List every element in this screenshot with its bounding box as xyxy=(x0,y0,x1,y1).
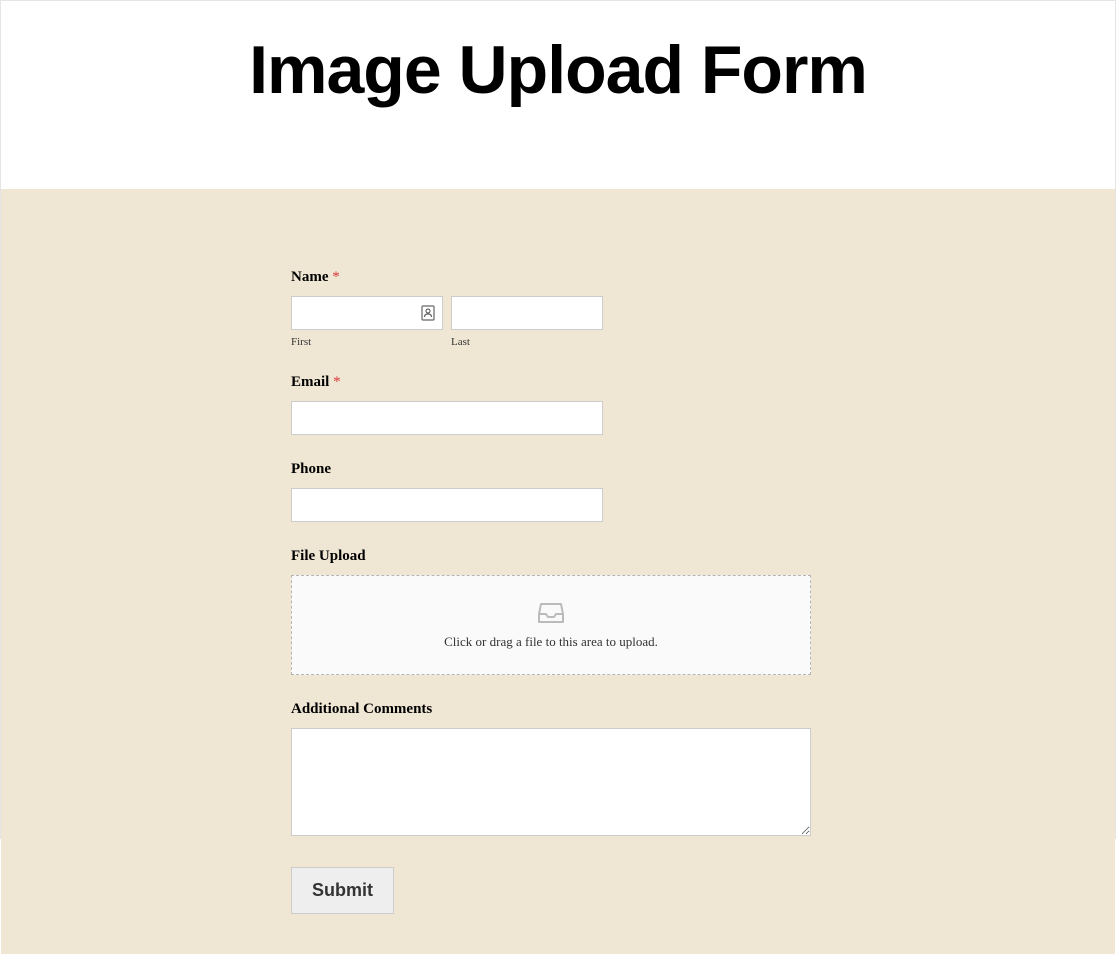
comments-field-group: Additional Comments xyxy=(291,701,811,841)
last-name-sublabel: Last xyxy=(451,336,603,348)
first-name-input[interactable] xyxy=(291,296,443,330)
name-field-group: Name * First xyxy=(291,269,811,348)
required-asterisk: * xyxy=(332,269,340,285)
phone-field-group: Phone xyxy=(291,461,811,522)
name-row: First Last xyxy=(291,296,811,348)
phone-input[interactable] xyxy=(291,488,603,522)
upload-form: Name * First xyxy=(291,269,811,914)
email-label-text: Email xyxy=(291,374,329,390)
inbox-icon xyxy=(538,600,564,624)
email-input[interactable] xyxy=(291,401,603,435)
last-name-input[interactable] xyxy=(451,296,603,330)
email-field-group: Email * xyxy=(291,374,811,435)
file-upload-label: File Upload xyxy=(291,548,811,565)
comments-label: Additional Comments xyxy=(291,701,811,718)
page-title: Image Upload Form xyxy=(1,31,1115,109)
name-label-text: Name xyxy=(291,269,329,285)
first-name-wrap xyxy=(291,296,443,330)
first-name-sublabel: First xyxy=(291,336,443,348)
dropzone-text: Click or drag a file to this area to upl… xyxy=(292,634,810,650)
comments-textarea[interactable] xyxy=(291,728,811,836)
name-label: Name * xyxy=(291,269,811,286)
submit-button[interactable]: Submit xyxy=(291,867,394,914)
email-label: Email * xyxy=(291,374,811,391)
form-container: Name * First xyxy=(1,189,1115,954)
file-upload-field-group: File Upload Click or drag a file to this… xyxy=(291,548,811,675)
required-asterisk: * xyxy=(333,374,341,390)
last-name-col: Last xyxy=(451,296,603,348)
first-name-col: First xyxy=(291,296,443,348)
page-header: Image Upload Form xyxy=(1,1,1115,189)
submit-row: Submit xyxy=(291,867,811,914)
phone-label: Phone xyxy=(291,461,811,478)
file-dropzone[interactable]: Click or drag a file to this area to upl… xyxy=(291,575,811,675)
